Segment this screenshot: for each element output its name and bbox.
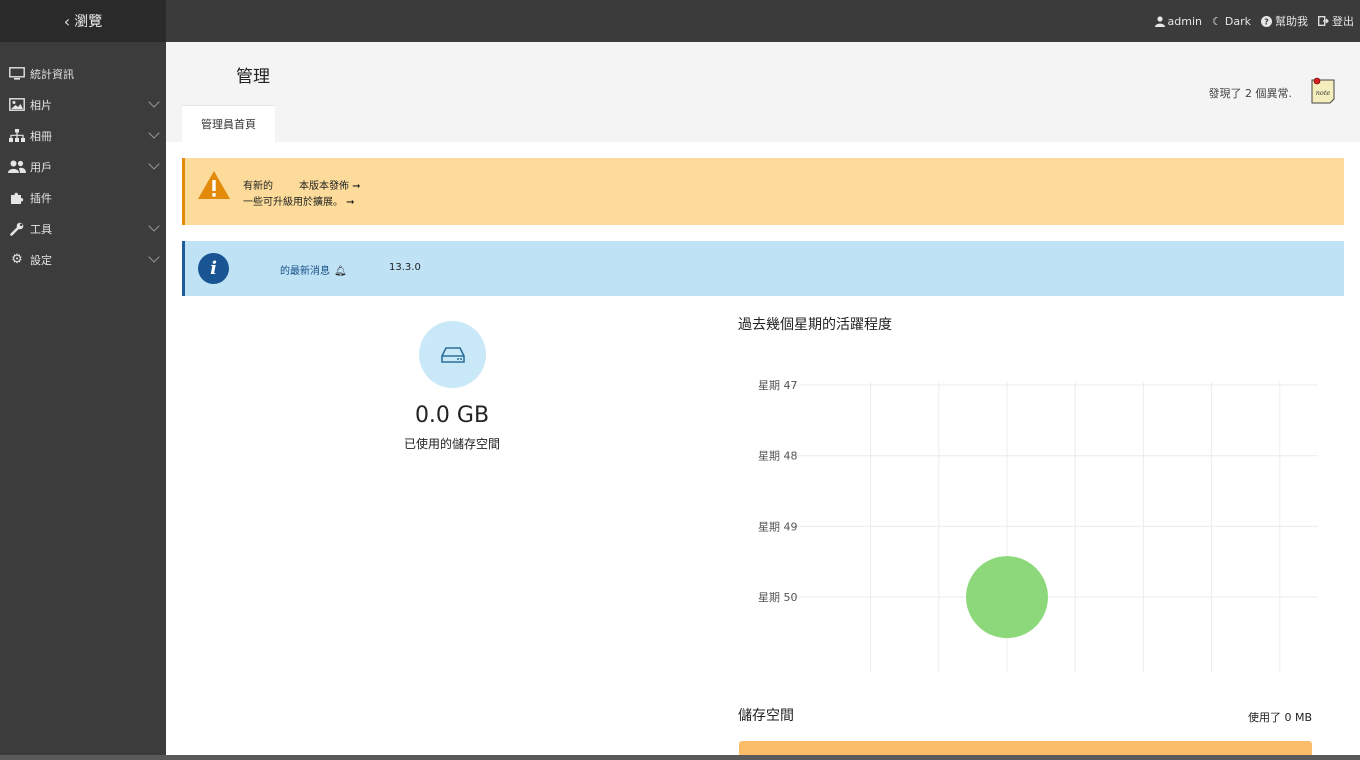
sign-out-icon [1318, 16, 1329, 26]
main-content: 管理 管理員首頁 發現了 2 個異常. note 有新的 本版本發佈 ➞ 一些可升… [166, 42, 1360, 760]
help-label: 幫助我 [1275, 15, 1308, 28]
logout-label: 登出 [1332, 15, 1354, 28]
note-icon[interactable]: note [1310, 76, 1336, 104]
chevron-down-icon [148, 96, 160, 108]
warning-text: 有新的 本版本發佈 ➞ 一些可升級用於擴展。 ➞ [243, 179, 361, 211]
logout-link[interactable]: 登出 [1318, 13, 1354, 29]
bell-icon: 🔔︎ [334, 266, 347, 277]
chevron-down-icon [148, 127, 160, 139]
sidebar-item-label: 統計資訊 [30, 67, 74, 81]
sitemap-icon [8, 129, 26, 143]
top-bar: ‹ 瀏覽 admin ☾ Dark ? 幫助我 登出 [0, 0, 1360, 42]
page-header: 管理 管理員首頁 發現了 2 個異常. note [166, 42, 1360, 142]
chevron-down-icon [148, 251, 160, 263]
y-tick-label: 星期 50 [758, 591, 798, 604]
sidebar-item-plugins[interactable]: 插件 [0, 182, 166, 213]
tab-admin-home[interactable]: 管理員首頁 [182, 105, 275, 142]
browse-label: 瀏覽 [74, 14, 103, 30]
warning-icon [198, 171, 230, 199]
version-number: 13.3.0 [389, 262, 421, 273]
storage-used-label: 使用了 0 MB [1247, 711, 1312, 724]
new-release-link[interactable]: 有新的 本版本發佈 ➞ [243, 179, 361, 195]
help-link[interactable]: ? 幫助我 [1261, 13, 1308, 29]
gear-icon: ⚙ [11, 252, 23, 267]
sidebar-item-label: 相片 [30, 98, 52, 112]
page-title: 管理 [236, 67, 270, 87]
news-info-alert: i 的最新消息 🔔︎ 13.3.0 [182, 241, 1344, 296]
user-icon [1154, 15, 1165, 27]
sidebar-item-albums[interactable]: 相冊 [0, 120, 166, 151]
browse-back-button[interactable]: ‹ 瀏覽 [0, 0, 166, 42]
y-tick-label: 星期 48 [758, 450, 798, 463]
y-tick-label: 星期 47 [758, 379, 798, 392]
latest-news-link[interactable]: 的最新消息 🔔︎ [280, 262, 347, 277]
y-tick-label: 星期 49 [758, 520, 798, 533]
sidebar-item-tools[interactable]: 工具 [0, 213, 166, 244]
chevron-down-icon [148, 158, 160, 170]
bottom-scrollbar[interactable] [0, 755, 1360, 760]
dark-mode-toggle[interactable]: ☾ Dark [1212, 15, 1251, 28]
activity-bubble [966, 556, 1048, 639]
sidebar-item-users[interactable]: 用戶 [0, 151, 166, 182]
update-warning-alert: 有新的 本版本發佈 ➞ 一些可升級用於擴展。 ➞ [182, 158, 1344, 225]
disk-usage-label: 已使用的儲存空間 [403, 437, 500, 451]
sidebar-item-label: 工具 [30, 222, 52, 236]
user-menu-link[interactable]: admin [1154, 14, 1203, 28]
puzzle-icon [8, 191, 26, 205]
activity-chart: 星期 47星期 48星期 49星期 50星期一星期二星期三星期四星期五星期六星期… [758, 379, 1318, 672]
sidebar-item-label: 設定 [30, 253, 52, 267]
user-nav: admin ☾ Dark ? 幫助我 登出 [1154, 0, 1354, 42]
svg-text:?: ? [1264, 17, 1269, 26]
wrench-icon [8, 222, 26, 236]
sidebar-item-settings[interactable]: ⚙ 設定 [0, 244, 166, 275]
users-icon [8, 160, 26, 174]
anomaly-notice[interactable]: 發現了 2 個異常. [1209, 85, 1293, 101]
question-icon: ? [1261, 15, 1272, 27]
moon-icon: ☾ [1212, 14, 1222, 28]
chevron-down-icon [148, 220, 160, 232]
theme-label: Dark [1224, 14, 1251, 28]
svg-text:note: note [1316, 89, 1331, 97]
image-icon [8, 98, 26, 112]
sidebar-item-statistics[interactable]: 統計資訊 [0, 58, 166, 89]
sidebar: 統計資訊 相片 相冊 用戶 插件 工具 ⚙ 設定 [0, 42, 166, 760]
chevron-left-icon: ‹ [63, 11, 71, 31]
disk-usage-value: 0.0 GB [414, 403, 490, 428]
sidebar-item-label: 插件 [30, 191, 52, 205]
extensions-upgrade-link[interactable]: 一些可升級用於擴展。 ➞ [243, 195, 361, 211]
monitor-icon [8, 67, 26, 81]
storage-title: 儲存空間 [738, 708, 794, 724]
hard-drive-icon [440, 346, 465, 363]
sidebar-item-label: 相冊 [30, 129, 52, 143]
sidebar-item-label: 用戶 [30, 160, 52, 174]
chart-title: 過去幾個星期的活躍程度 [738, 317, 892, 333]
user-name: admin [1167, 14, 1203, 28]
sidebar-item-photos[interactable]: 相片 [0, 89, 166, 120]
disk-usage-circle [419, 321, 486, 388]
info-icon: i [198, 253, 229, 284]
